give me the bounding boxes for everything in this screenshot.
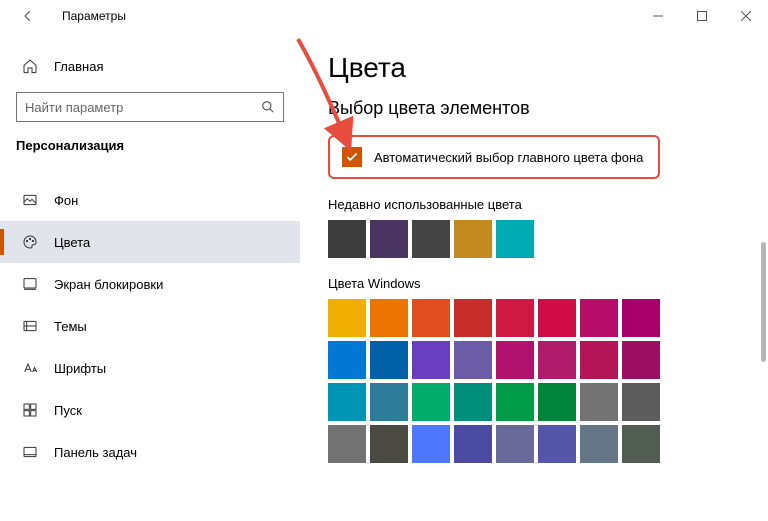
color-swatch[interactable] [622, 341, 660, 379]
windows-colors-label: Цвета Windows [328, 276, 748, 291]
sidebar-item-label: Экран блокировки [54, 277, 163, 292]
sidebar-item-lockscreen[interactable]: Экран блокировки [0, 263, 300, 305]
window-controls [636, 0, 768, 32]
color-swatch[interactable] [580, 299, 618, 337]
picture-icon [22, 192, 38, 208]
color-swatch[interactable] [370, 425, 408, 463]
color-swatch[interactable] [496, 220, 534, 258]
sidebar-item-label: Панель задач [54, 445, 137, 460]
window-title: Параметры [62, 9, 126, 23]
color-swatch[interactable] [328, 299, 366, 337]
color-swatch[interactable] [538, 383, 576, 421]
color-swatch[interactable] [328, 341, 366, 379]
recent-colors-label: Недавно использованные цвета [328, 197, 748, 212]
minimize-button[interactable] [636, 0, 680, 32]
color-swatch[interactable] [454, 299, 492, 337]
sidebar-item-label: Фон [54, 193, 78, 208]
sidebar-item-colors[interactable]: Цвета [0, 221, 300, 263]
color-swatch[interactable] [538, 299, 576, 337]
close-button[interactable] [724, 0, 768, 32]
search-input-wrap[interactable] [16, 92, 284, 122]
sidebar: Главная Персонализация Фон Цвета [0, 32, 300, 521]
sidebar-item-fonts[interactable]: Шрифты [0, 347, 300, 389]
color-swatch[interactable] [622, 299, 660, 337]
color-swatch[interactable] [328, 220, 366, 258]
color-swatch[interactable] [538, 341, 576, 379]
lock-screen-icon [22, 276, 38, 292]
color-swatch[interactable] [580, 341, 618, 379]
taskbar-icon [22, 444, 38, 460]
color-swatch[interactable] [622, 425, 660, 463]
section-title: Выбор цвета элементов [328, 98, 748, 119]
check-icon [345, 150, 359, 164]
sidebar-section-label: Персонализация [0, 138, 300, 161]
sidebar-item-label: Темы [54, 319, 87, 334]
color-swatch[interactable] [412, 383, 450, 421]
sidebar-item-background[interactable]: Фон [0, 179, 300, 221]
color-swatch[interactable] [580, 425, 618, 463]
scrollbar-thumb[interactable] [761, 242, 766, 362]
color-swatch[interactable] [412, 299, 450, 337]
color-swatch[interactable] [580, 383, 618, 421]
color-swatch[interactable] [496, 341, 534, 379]
auto-color-checkbox[interactable] [342, 147, 362, 167]
content-area: Цвета Выбор цвета элементов Автоматическ… [300, 32, 768, 521]
color-swatch[interactable] [496, 299, 534, 337]
auto-color-label: Автоматический выбор главного цвета фона [374, 150, 643, 165]
color-swatch[interactable] [328, 383, 366, 421]
color-swatch[interactable] [454, 341, 492, 379]
themes-icon [22, 318, 38, 334]
minimize-icon [653, 11, 663, 21]
sidebar-item-label: Шрифты [54, 361, 106, 376]
color-swatch[interactable] [538, 425, 576, 463]
color-swatch[interactable] [370, 383, 408, 421]
color-swatch[interactable] [454, 383, 492, 421]
start-icon [22, 402, 38, 418]
sidebar-item-label: Главная [54, 59, 103, 74]
color-swatch[interactable] [412, 425, 450, 463]
color-swatch[interactable] [454, 425, 492, 463]
sidebar-item-home[interactable]: Главная [0, 50, 300, 82]
color-swatch[interactable] [412, 341, 450, 379]
home-icon [22, 58, 38, 74]
color-swatch[interactable] [496, 383, 534, 421]
maximize-button[interactable] [680, 0, 724, 32]
arrow-left-icon [21, 9, 35, 23]
palette-icon [22, 234, 38, 250]
color-swatch[interactable] [328, 425, 366, 463]
fonts-icon [22, 360, 38, 376]
sidebar-item-themes[interactable]: Темы [0, 305, 300, 347]
search-icon [261, 100, 275, 114]
auto-color-highlight: Автоматический выбор главного цвета фона [328, 135, 660, 179]
page-title: Цвета [328, 52, 748, 84]
color-swatch[interactable] [622, 383, 660, 421]
color-swatch[interactable] [370, 299, 408, 337]
color-swatch[interactable] [454, 220, 492, 258]
sidebar-item-label: Пуск [54, 403, 82, 418]
search-input[interactable] [25, 100, 261, 115]
windows-colors-grid [328, 299, 748, 463]
color-swatch[interactable] [412, 220, 450, 258]
color-swatch[interactable] [370, 341, 408, 379]
sidebar-item-start[interactable]: Пуск [0, 389, 300, 431]
close-icon [741, 11, 751, 21]
recent-colors-row [328, 220, 748, 258]
sidebar-item-taskbar[interactable]: Панель задач [0, 431, 300, 473]
back-button[interactable] [12, 0, 44, 32]
color-swatch[interactable] [370, 220, 408, 258]
maximize-icon [697, 11, 707, 21]
titlebar: Параметры [0, 0, 768, 32]
color-swatch[interactable] [496, 425, 534, 463]
sidebar-item-label: Цвета [54, 235, 90, 250]
